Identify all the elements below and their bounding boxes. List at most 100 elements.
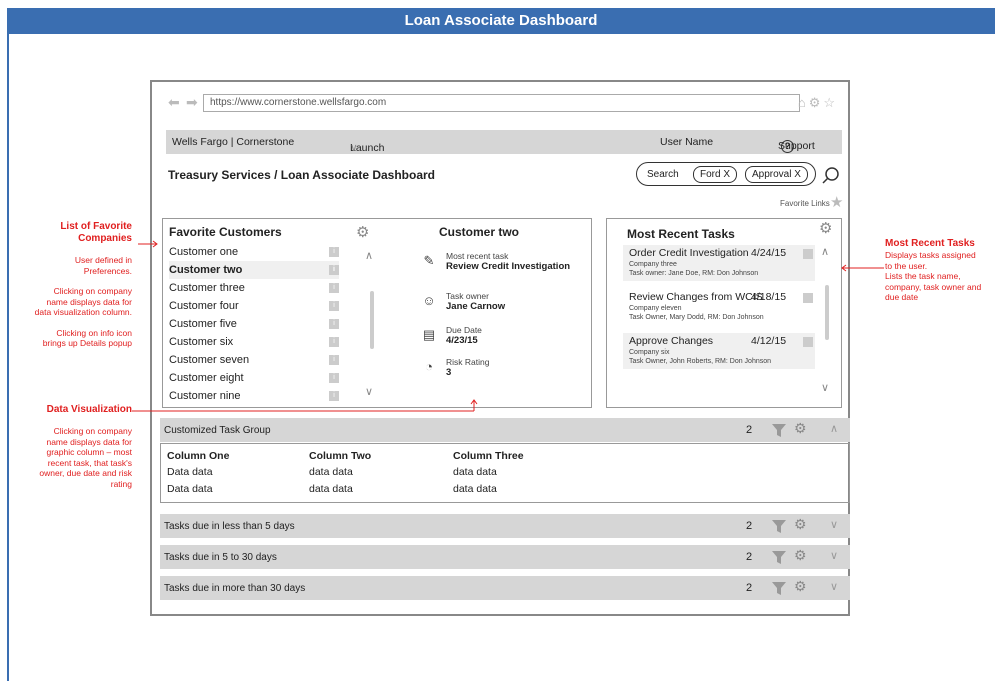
list-item[interactable]: Customer three i <box>169 279 339 297</box>
task-name: Approve Changes <box>629 335 714 347</box>
group-count: 2 <box>746 551 753 563</box>
forward-arrow-icon[interactable]: ➡ <box>186 94 198 111</box>
viz-row-due: ▤ Due Date 4/23/15 <box>420 325 590 355</box>
list-item[interactable]: Customer nine i <box>169 387 339 405</box>
chevron-up-icon[interactable]: ∧ <box>821 245 829 258</box>
viz-row-task: ✎ Most recent task Review Credit Investi… <box>420 251 590 281</box>
viz-label: Most recent task <box>446 251 509 261</box>
list-item[interactable]: Customer four i <box>169 297 339 315</box>
info-icon[interactable]: i <box>329 337 339 347</box>
url-field[interactable]: https://www.cornerstone.wellsfargo.com <box>203 94 800 112</box>
search-chip-ford[interactable]: Ford X <box>693 166 738 183</box>
list-item[interactable]: Approve Changes 4/12/15 Company six Task… <box>623 333 815 369</box>
chevron-down-icon[interactable]: ∨ <box>830 549 838 562</box>
task-name: Review Changes from WCIS <box>629 291 763 303</box>
group-name: Tasks due in less than 5 days <box>164 521 295 532</box>
info-icon[interactable]: i <box>329 247 339 257</box>
gear-icon[interactable]: ⚙ <box>794 578 807 595</box>
chevron-down-icon[interactable]: ∨ <box>830 580 838 593</box>
gauge-icon: ◔ <box>425 359 433 374</box>
list-item[interactable]: Customer seven i <box>169 351 339 369</box>
search-icon[interactable] <box>822 166 840 184</box>
viz-value: 3 <box>446 367 452 378</box>
filter-icon[interactable] <box>771 549 787 565</box>
column-header: Column One <box>167 450 230 462</box>
table-cell: data data <box>309 483 353 495</box>
filter-icon[interactable] <box>771 422 787 438</box>
viz-label: Risk Rating <box>446 357 490 367</box>
list-item[interactable]: Order Credit Investigation 4/24/15 Compa… <box>623 245 815 281</box>
search-bar[interactable]: Search Ford X Approval X <box>636 162 816 186</box>
chevron-down-icon[interactable]: ∨ <box>365 385 373 398</box>
star-icon[interactable]: ★ <box>830 193 843 211</box>
list-item[interactable]: Customer eight i <box>169 369 339 387</box>
favorites-panel: Favorite Customers ⚙ Customer one i Custo… <box>162 218 592 408</box>
annotation-text: Clicking on company name displays data f… <box>34 286 132 317</box>
info-icon[interactable]: i <box>329 265 339 275</box>
edit-icon: ✎ <box>423 253 435 268</box>
info-icon[interactable]: i <box>329 373 339 383</box>
browser-icons: ⌂⚙☆ <box>798 95 838 111</box>
info-icon[interactable]: i <box>329 319 339 329</box>
home-icon[interactable]: ⌂ <box>798 95 809 110</box>
table-cell: data data <box>453 483 497 495</box>
info-icon[interactable]: i <box>329 283 339 293</box>
task-company: Company eleven <box>629 305 682 312</box>
annotation-title: Most Recent Tasks <box>885 238 975 249</box>
chevron-down-icon[interactable]: ∨ <box>830 518 838 531</box>
list-item[interactable]: Customer one i <box>169 243 339 261</box>
chevron-up-icon[interactable]: ∧ <box>365 249 373 262</box>
gear-icon[interactable]: ⚙ <box>819 219 832 237</box>
annotation-text: Clicking on info icon brings up Details … <box>42 327 132 349</box>
gear-icon[interactable]: ⚙ <box>794 516 807 533</box>
scrollbar-thumb[interactable] <box>370 291 374 349</box>
brand-label[interactable]: Wells Fargo | Cornerstone <box>172 136 294 148</box>
info-icon[interactable] <box>803 249 813 259</box>
gear-icon[interactable]: ⚙ <box>794 547 807 564</box>
user-name[interactable]: User Name <box>660 136 713 148</box>
info-icon[interactable]: i <box>329 355 339 365</box>
viz-title: Customer two <box>439 225 520 239</box>
task-date: 4/12/15 <box>751 335 787 347</box>
group-name: Tasks due in 5 to 30 days <box>164 552 277 563</box>
chevron-up-icon[interactable]: ∧ <box>830 422 838 435</box>
app-topbar: Wells Fargo | Cornerstone Launch ∨ User … <box>166 130 842 154</box>
scrollbar-thumb[interactable] <box>825 285 829 340</box>
search-chip-approval[interactable]: Approval X <box>745 166 808 183</box>
info-icon[interactable] <box>803 293 813 303</box>
filter-icon[interactable] <box>771 580 787 596</box>
task-group-over-30-days[interactable]: Tasks due in more than 30 days 2 ⚙ ∨ <box>160 576 850 600</box>
task-group-customized[interactable]: Customized Task Group 2 ⚙ ∧ <box>160 418 850 442</box>
column-header: Column Two <box>309 450 372 462</box>
info-icon[interactable] <box>803 337 813 347</box>
gear-icon[interactable]: ⚙ <box>794 420 807 437</box>
list-item[interactable]: Customer two i <box>169 261 339 279</box>
task-date: 4/18/15 <box>751 291 787 303</box>
info-icon[interactable]: i <box>329 301 339 311</box>
list-item[interactable]: Review Changes from WCIS 4/18/15 Company… <box>623 289 815 325</box>
task-company: Company three <box>629 261 677 268</box>
task-group-5-to-30-days[interactable]: Tasks due in 5 to 30 days 2 ⚙ ∨ <box>160 545 850 569</box>
viz-value: 4/23/15 <box>446 335 478 346</box>
gear-icon[interactable]: ⚙ <box>356 223 369 241</box>
task-owner: Task Owner, John Roberts, RM: Don Johnso… <box>629 358 772 365</box>
chevron-down-icon: ∨ <box>350 142 358 154</box>
task-company: Company six <box>629 349 670 356</box>
table-cell: data data <box>309 466 353 478</box>
star-icon[interactable]: ☆ <box>823 95 838 110</box>
task-group-under-5-days[interactable]: Tasks due in less than 5 days 2 ⚙ ∨ <box>160 514 850 538</box>
list-item[interactable]: Customer five i <box>169 315 339 333</box>
info-icon[interactable]: i <box>329 391 339 401</box>
filter-icon[interactable] <box>771 518 787 534</box>
column-header: Column Three <box>453 450 524 462</box>
list-item[interactable]: Customer six i <box>169 333 339 351</box>
group-count: 2 <box>746 424 753 436</box>
viz-value: Review Credit Investigation <box>446 261 571 272</box>
annotation-recent-tasks: Most Recent Tasks Displays tasks assigne… <box>885 238 985 303</box>
favorite-links[interactable]: Favorite Links <box>780 199 830 208</box>
gear-icon[interactable]: ⚙ <box>809 95 824 110</box>
back-arrow-icon[interactable]: ⬅ <box>168 94 180 111</box>
chevron-down-icon[interactable]: ∨ <box>821 381 829 394</box>
favorites-title: Favorite Customers <box>169 225 282 239</box>
group-count: 2 <box>746 582 753 594</box>
